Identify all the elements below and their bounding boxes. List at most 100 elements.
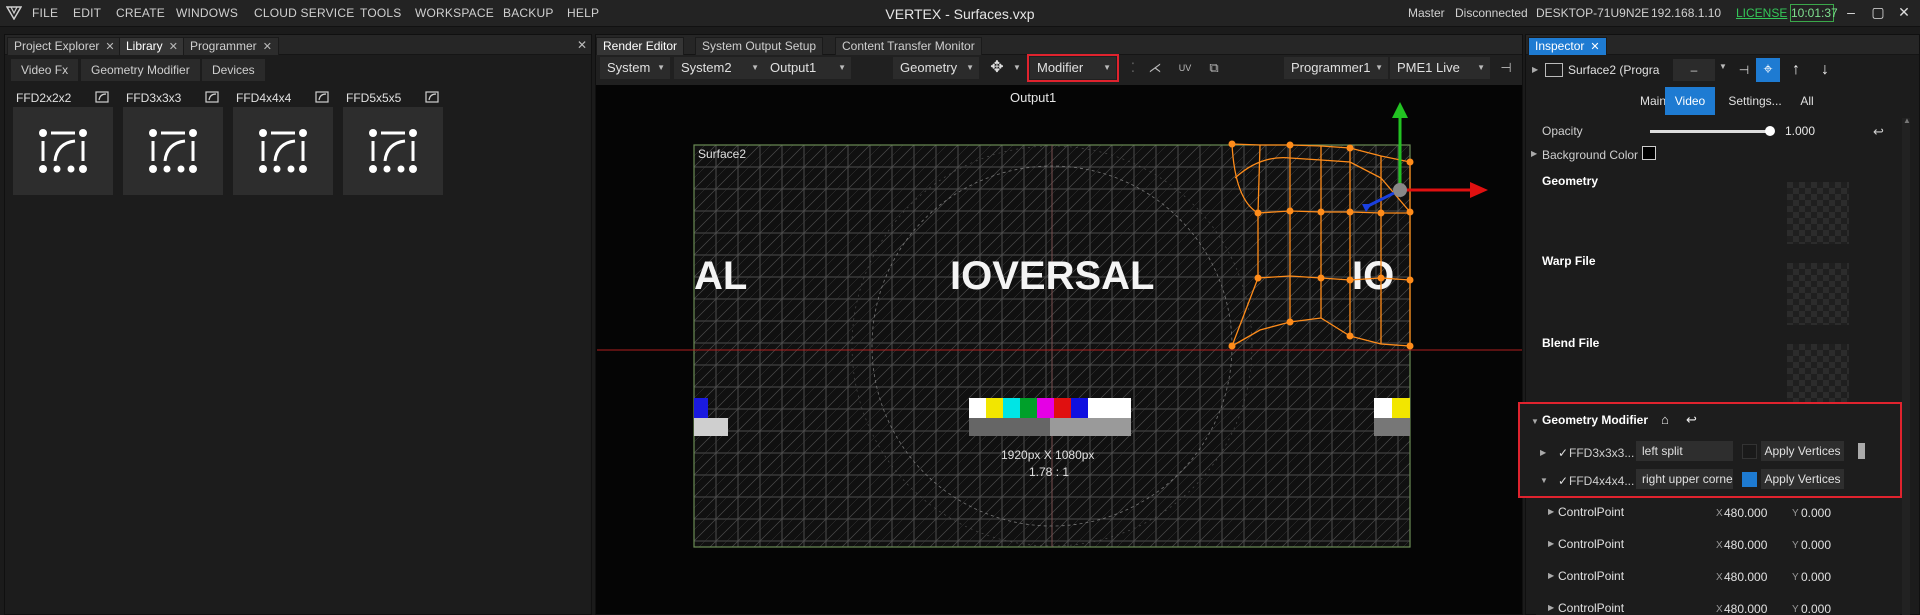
tab-project-explorer[interactable]: Project Explorer ✕ bbox=[7, 37, 122, 55]
move-icon[interactable]: ✥ bbox=[988, 59, 1006, 77]
modifier-drag-handle[interactable] bbox=[1858, 443, 1865, 459]
x-value[interactable]: 480.000 bbox=[1724, 602, 1767, 615]
programmer-dropdown[interactable]: Programmer1 ▼ bbox=[1284, 57, 1388, 79]
uv-icon[interactable]: UV bbox=[1176, 59, 1194, 77]
inspector-tab-all[interactable]: All bbox=[1796, 88, 1818, 114]
close-icon[interactable]: ✕ bbox=[169, 41, 178, 53]
y-value[interactable]: 0.000 bbox=[1801, 602, 1831, 615]
pin-icon[interactable]: ⊣ bbox=[1497, 59, 1515, 77]
blend-file-thumbnail[interactable] bbox=[1787, 344, 1849, 406]
panel-close-icon[interactable]: ✕ bbox=[577, 38, 587, 52]
edge-blend-icon[interactable]: ⋌ bbox=[1146, 59, 1164, 77]
collapse-arrow-icon[interactable]: ▼ bbox=[1531, 417, 1539, 426]
control-point-row[interactable]: ▶ ControlPoint X 480.000 Y 0.000 bbox=[1536, 566, 1900, 592]
geometry-thumbnail[interactable] bbox=[1787, 182, 1849, 244]
menu-windows[interactable]: WINDOWS bbox=[176, 6, 238, 20]
tab-system-output-setup[interactable]: System Output Setup bbox=[695, 37, 824, 55]
library-item-ffd3x3x3[interactable]: FFD3x3x3 bbox=[123, 87, 223, 195]
expand-arrow-icon[interactable]: ▶ bbox=[1548, 603, 1554, 612]
opacity-slider-handle[interactable] bbox=[1765, 126, 1775, 136]
system-dropdown[interactable]: System ▼ bbox=[600, 57, 670, 79]
license-text[interactable]: LICENSE bbox=[1736, 6, 1787, 20]
blend-file-label: Blend File bbox=[1542, 336, 1600, 350]
inspector-scrollbar[interactable] bbox=[1902, 118, 1910, 615]
opacity-slider[interactable] bbox=[1650, 126, 1775, 136]
control-point-row[interactable]: ▶ ControlPoint X 480.000 Y 0.000 bbox=[1536, 598, 1900, 615]
system2-dropdown[interactable]: System2 ▼ bbox=[674, 57, 764, 79]
opacity-value[interactable]: 1.000 bbox=[1785, 124, 1815, 138]
tab-render-editor[interactable]: Render Editor bbox=[596, 37, 685, 55]
expand-arrow-icon[interactable]: ▶ bbox=[1548, 571, 1554, 580]
expand-arrow-icon[interactable]: ▶ bbox=[1531, 149, 1537, 158]
modifier-label-field[interactable]: right upper corne bbox=[1636, 469, 1733, 489]
collapse-arrow-icon[interactable]: ▼ bbox=[1540, 476, 1548, 485]
tab-inspector[interactable]: Inspector ✕ bbox=[1528, 37, 1607, 55]
chevron-down-icon[interactable]: ▼ bbox=[1008, 59, 1026, 77]
tab-library[interactable]: Library ✕ bbox=[119, 37, 185, 55]
library-item-ffd2x2x2[interactable]: FFD2x2x2 bbox=[13, 87, 113, 195]
output-dropdown[interactable]: Output1 ▼ bbox=[763, 57, 851, 79]
subtab-devices[interactable]: Devices bbox=[202, 59, 265, 81]
home-icon[interactable]: ⌂ bbox=[1661, 412, 1669, 427]
tab-content-transfer-monitor[interactable]: Content Transfer Monitor bbox=[835, 37, 982, 55]
close-icon[interactable]: ✕ bbox=[1590, 41, 1599, 53]
subtab-geometry-modifier[interactable]: Geometry Modifier bbox=[81, 59, 200, 81]
library-item-ffd4x4x4[interactable]: FFD4x4x4 bbox=[233, 87, 333, 195]
expand-arrow-icon[interactable]: ▶ bbox=[1548, 539, 1554, 548]
surface-selector[interactable]: – bbox=[1673, 59, 1715, 81]
menu-file[interactable]: FILE bbox=[32, 6, 58, 20]
apply-vertices-button[interactable]: Apply Vertices bbox=[1761, 469, 1844, 489]
live-dropdown[interactable]: PME1 Live ▼ bbox=[1390, 57, 1490, 79]
x-value[interactable]: 480.000 bbox=[1724, 570, 1767, 584]
library-item-ffd5x5x5[interactable]: FFD5x5x5 bbox=[343, 87, 443, 195]
y-value[interactable]: 0.000 bbox=[1801, 570, 1831, 584]
expand-arrow-icon[interactable]: ▶ bbox=[1548, 507, 1554, 516]
control-point-row[interactable]: ▶ ControlPoint X 480.000 Y 0.000 bbox=[1536, 502, 1900, 528]
view-mode-dropdown[interactable]: Geometry ▼ bbox=[893, 57, 979, 79]
minimize-icon[interactable]: – bbox=[1843, 4, 1859, 20]
menu-tools[interactable]: TOOLS bbox=[360, 6, 401, 20]
menu-create[interactable]: CREATE bbox=[116, 6, 165, 20]
reset-icon[interactable]: ↩ bbox=[1686, 412, 1697, 428]
expand-arrow-icon[interactable]: ▶ bbox=[1540, 448, 1546, 457]
modifier-color-swatch[interactable] bbox=[1742, 472, 1757, 487]
y-value[interactable]: 0.000 bbox=[1801, 538, 1831, 552]
menu-cloud-service[interactable]: CLOUD SERVICE bbox=[254, 6, 354, 20]
arrow-down-icon[interactable]: ↓ bbox=[1814, 59, 1836, 81]
menu-workspace[interactable]: WORKSPACE bbox=[415, 6, 494, 20]
chevron-down-icon: ▼ bbox=[751, 63, 759, 72]
close-icon[interactable]: ✕ bbox=[263, 41, 272, 53]
chevron-down-icon[interactable]: ▼ bbox=[1719, 62, 1727, 71]
modifier-enabled-check-icon[interactable]: ✓ bbox=[1558, 474, 1568, 488]
apply-vertices-button[interactable]: Apply Vertices bbox=[1761, 441, 1844, 461]
expand-arrow-icon[interactable]: ▶ bbox=[1532, 65, 1538, 74]
close-icon[interactable]: ✕ bbox=[105, 41, 114, 53]
menu-help[interactable]: HELP bbox=[567, 6, 599, 20]
background-color-swatch[interactable] bbox=[1642, 146, 1656, 160]
target-icon[interactable]: ⌖ bbox=[1756, 58, 1780, 82]
maximize-icon[interactable]: ▢ bbox=[1870, 4, 1886, 20]
inspector-tab-video[interactable]: Video bbox=[1665, 87, 1715, 115]
modifier-color-swatch[interactable] bbox=[1742, 444, 1757, 459]
inspector-tab-settings[interactable]: Settings... bbox=[1726, 88, 1784, 114]
x-value[interactable]: 480.000 bbox=[1724, 538, 1767, 552]
modifier-enabled-check-icon[interactable]: ✓ bbox=[1558, 446, 1568, 460]
reset-icon[interactable]: ↩ bbox=[1873, 124, 1884, 140]
x-value[interactable]: 480.000 bbox=[1724, 506, 1767, 520]
close-icon[interactable]: ✕ bbox=[1896, 4, 1912, 20]
arrow-up-icon[interactable]: ↑ bbox=[1785, 59, 1807, 81]
subtab-video-fx[interactable]: Video Fx bbox=[11, 59, 79, 81]
tab-programmer[interactable]: Programmer ✕ bbox=[183, 37, 279, 55]
y-value[interactable]: 0.000 bbox=[1801, 506, 1831, 520]
control-point-row[interactable]: ▶ ControlPoint X 480.000 Y 0.000 bbox=[1536, 534, 1900, 560]
frame-icon[interactable]: ⧉ bbox=[1205, 59, 1223, 77]
render-viewport[interactable]: IOVERSAL AL IO Surface2 1920px X 1080px … bbox=[597, 100, 1522, 615]
scroll-up-icon[interactable]: ▲ bbox=[1903, 116, 1911, 125]
license-link[interactable]: LICENSE bbox=[1736, 6, 1787, 20]
pin-icon[interactable]: ⊣ bbox=[1733, 59, 1755, 81]
modifier-label-field[interactable]: left split bbox=[1636, 441, 1733, 461]
geometry-label: Geometry bbox=[1542, 174, 1599, 188]
menu-edit[interactable]: EDIT bbox=[73, 6, 101, 20]
menu-backup[interactable]: BACKUP bbox=[503, 6, 554, 20]
warp-file-thumbnail[interactable] bbox=[1787, 263, 1849, 325]
